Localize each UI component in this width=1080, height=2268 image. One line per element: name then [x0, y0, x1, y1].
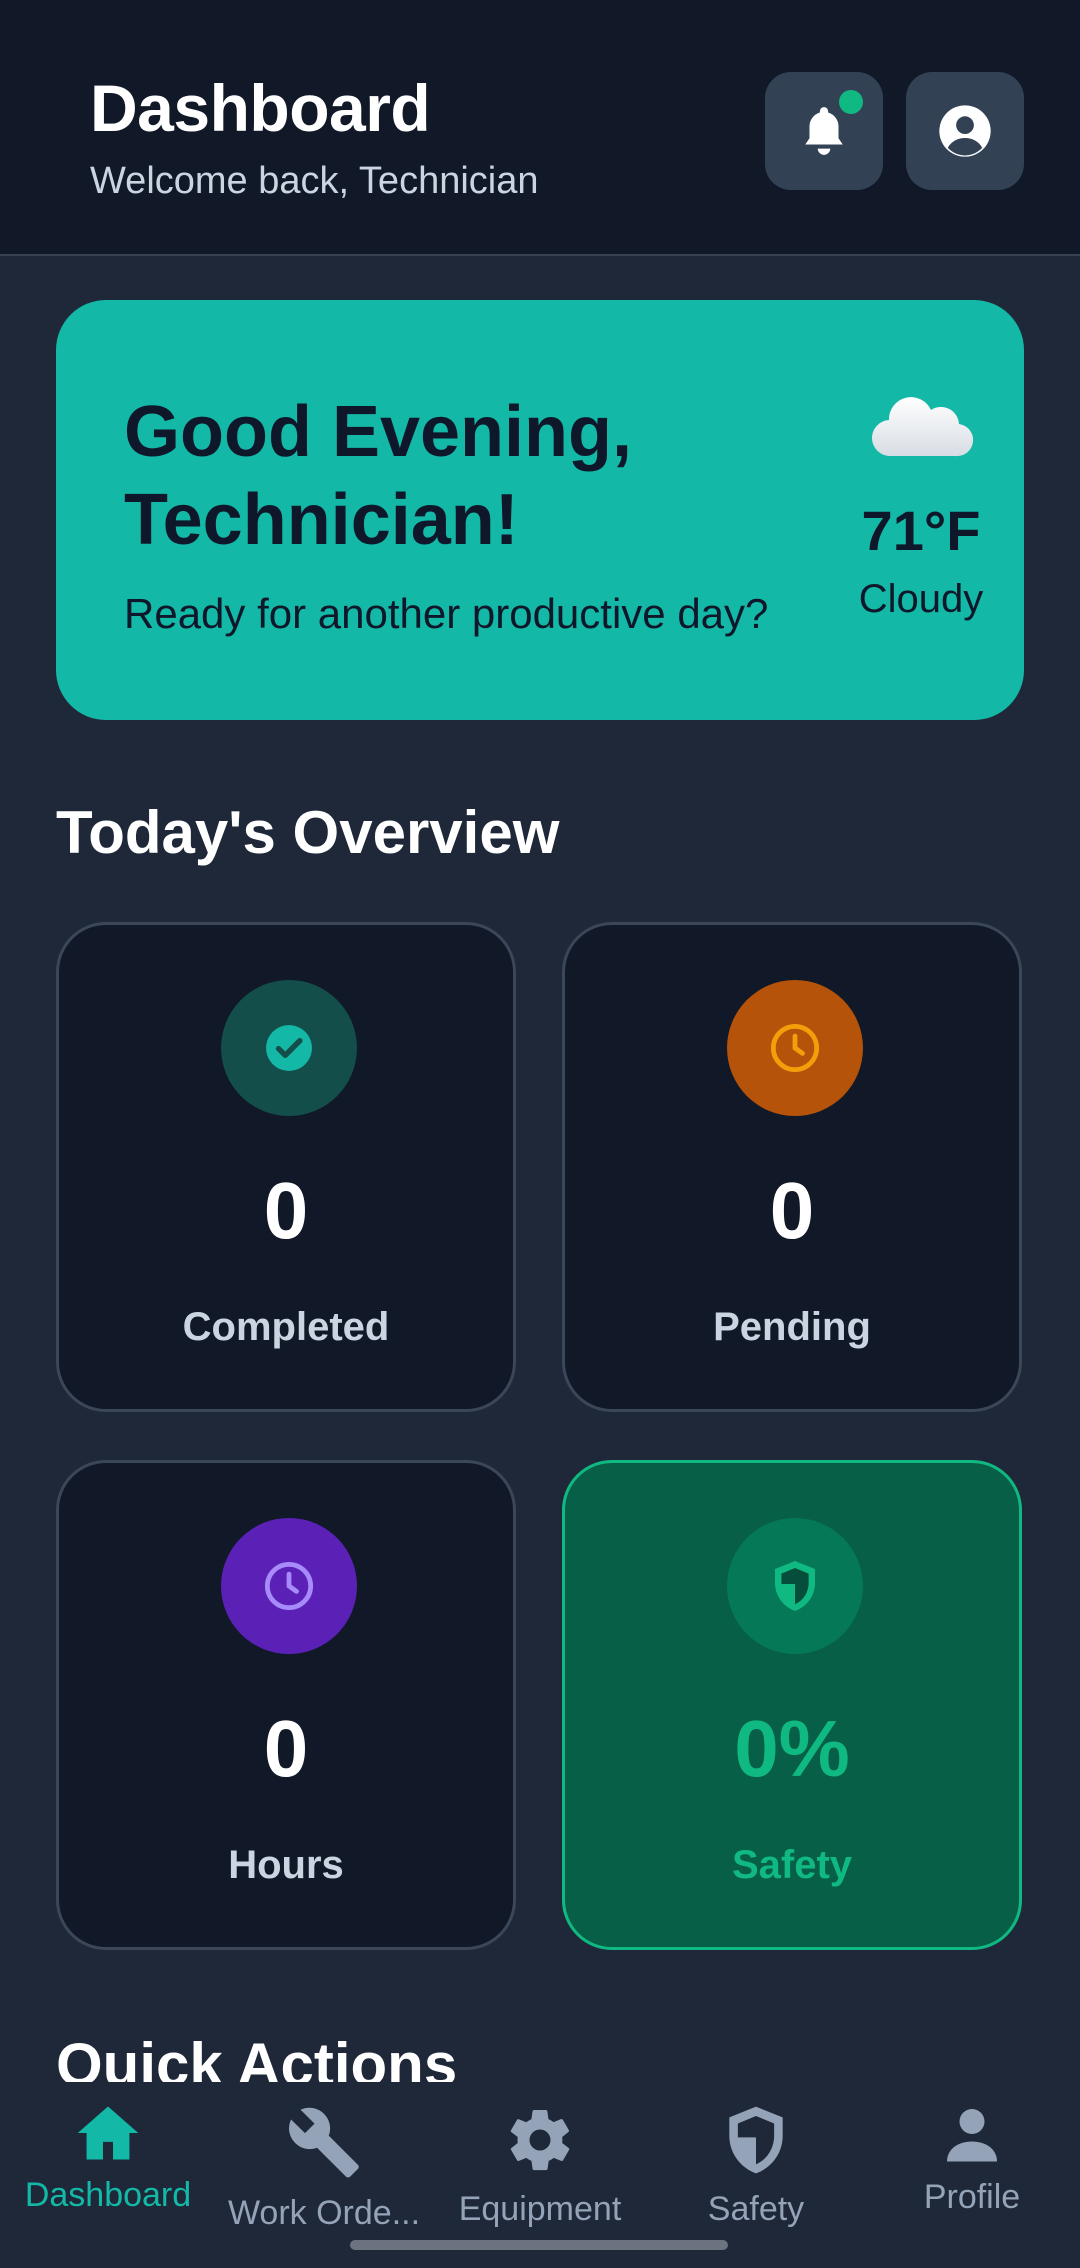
app-header: Dashboard Welcome back, Technician [0, 0, 1080, 256]
wrench-icon [289, 2107, 359, 2178]
stat-card-completed[interactable]: 0 Completed [56, 922, 516, 1412]
stat-label: Safety [731, 1843, 853, 1887]
user-circle-icon [939, 105, 991, 157]
nav-label: Work Orde... [227, 2194, 421, 2232]
stat-card-safety[interactable]: 0% Safety [562, 1460, 1022, 1950]
stat-label: Hours [228, 1843, 344, 1887]
stat-icon-container [221, 980, 357, 1116]
home-indicator[interactable] [350, 2240, 728, 2250]
nav-item-safety[interactable]: Safety [648, 2104, 864, 2229]
profile-button[interactable] [906, 72, 1024, 190]
stat-label: Pending [713, 1305, 871, 1349]
stat-value: 0% [734, 1704, 850, 1793]
page-subtitle: Welcome back, Technician [90, 160, 539, 202]
weather-widget: 71°F Cloudy [826, 390, 1016, 622]
stat-icon-container [221, 1518, 357, 1654]
greeting-title: Good Evening, Technician! [124, 392, 633, 560]
gear-icon [510, 2109, 570, 2171]
greeting-subtitle: Ready for another productive day? [124, 590, 769, 637]
overview-heading: Today's Overview [56, 799, 560, 866]
nav-item-equipment[interactable]: Equipment [432, 2104, 648, 2229]
weather-temperature: 71°F [861, 499, 981, 562]
page-title: Dashboard [90, 71, 431, 145]
clock-icon [264, 1561, 314, 1611]
stat-value: 0 [263, 1704, 309, 1793]
greeting-card: Good Evening, Technician! Ready for anot… [56, 300, 1024, 720]
stat-icon-container [727, 1518, 863, 1654]
nav-item-dashboard[interactable]: Dashboard [0, 2104, 216, 2215]
shield-icon [775, 1561, 815, 1611]
nav-label: Safety [707, 2190, 805, 2228]
nav-label: Equipment [458, 2190, 622, 2228]
stat-card-hours[interactable]: 0 Hours [56, 1460, 516, 1950]
stat-value: 0 [769, 1166, 815, 1255]
shield-icon [729, 2106, 783, 2174]
nav-item-profile[interactable]: Profile [864, 2104, 1080, 2217]
clock-icon [770, 1023, 820, 1073]
bell-icon [805, 107, 843, 155]
check-circle-icon [266, 1025, 312, 1071]
notifications-button[interactable] [765, 72, 883, 190]
stat-label: Completed [182, 1305, 390, 1349]
stat-card-pending[interactable]: 0 Pending [562, 922, 1022, 1412]
nav-label: Profile [923, 2178, 1021, 2216]
cloud-icon [871, 397, 973, 457]
home-icon [77, 2106, 139, 2160]
notification-dot [839, 90, 863, 114]
stat-icon-container [727, 980, 863, 1116]
stat-value: 0 [263, 1166, 309, 1255]
nav-item-work-orders[interactable]: Work Orde... [216, 2104, 432, 2233]
nav-label: Dashboard [24, 2176, 192, 2214]
weather-condition: Cloudy [858, 577, 984, 621]
person-icon [947, 2109, 997, 2162]
